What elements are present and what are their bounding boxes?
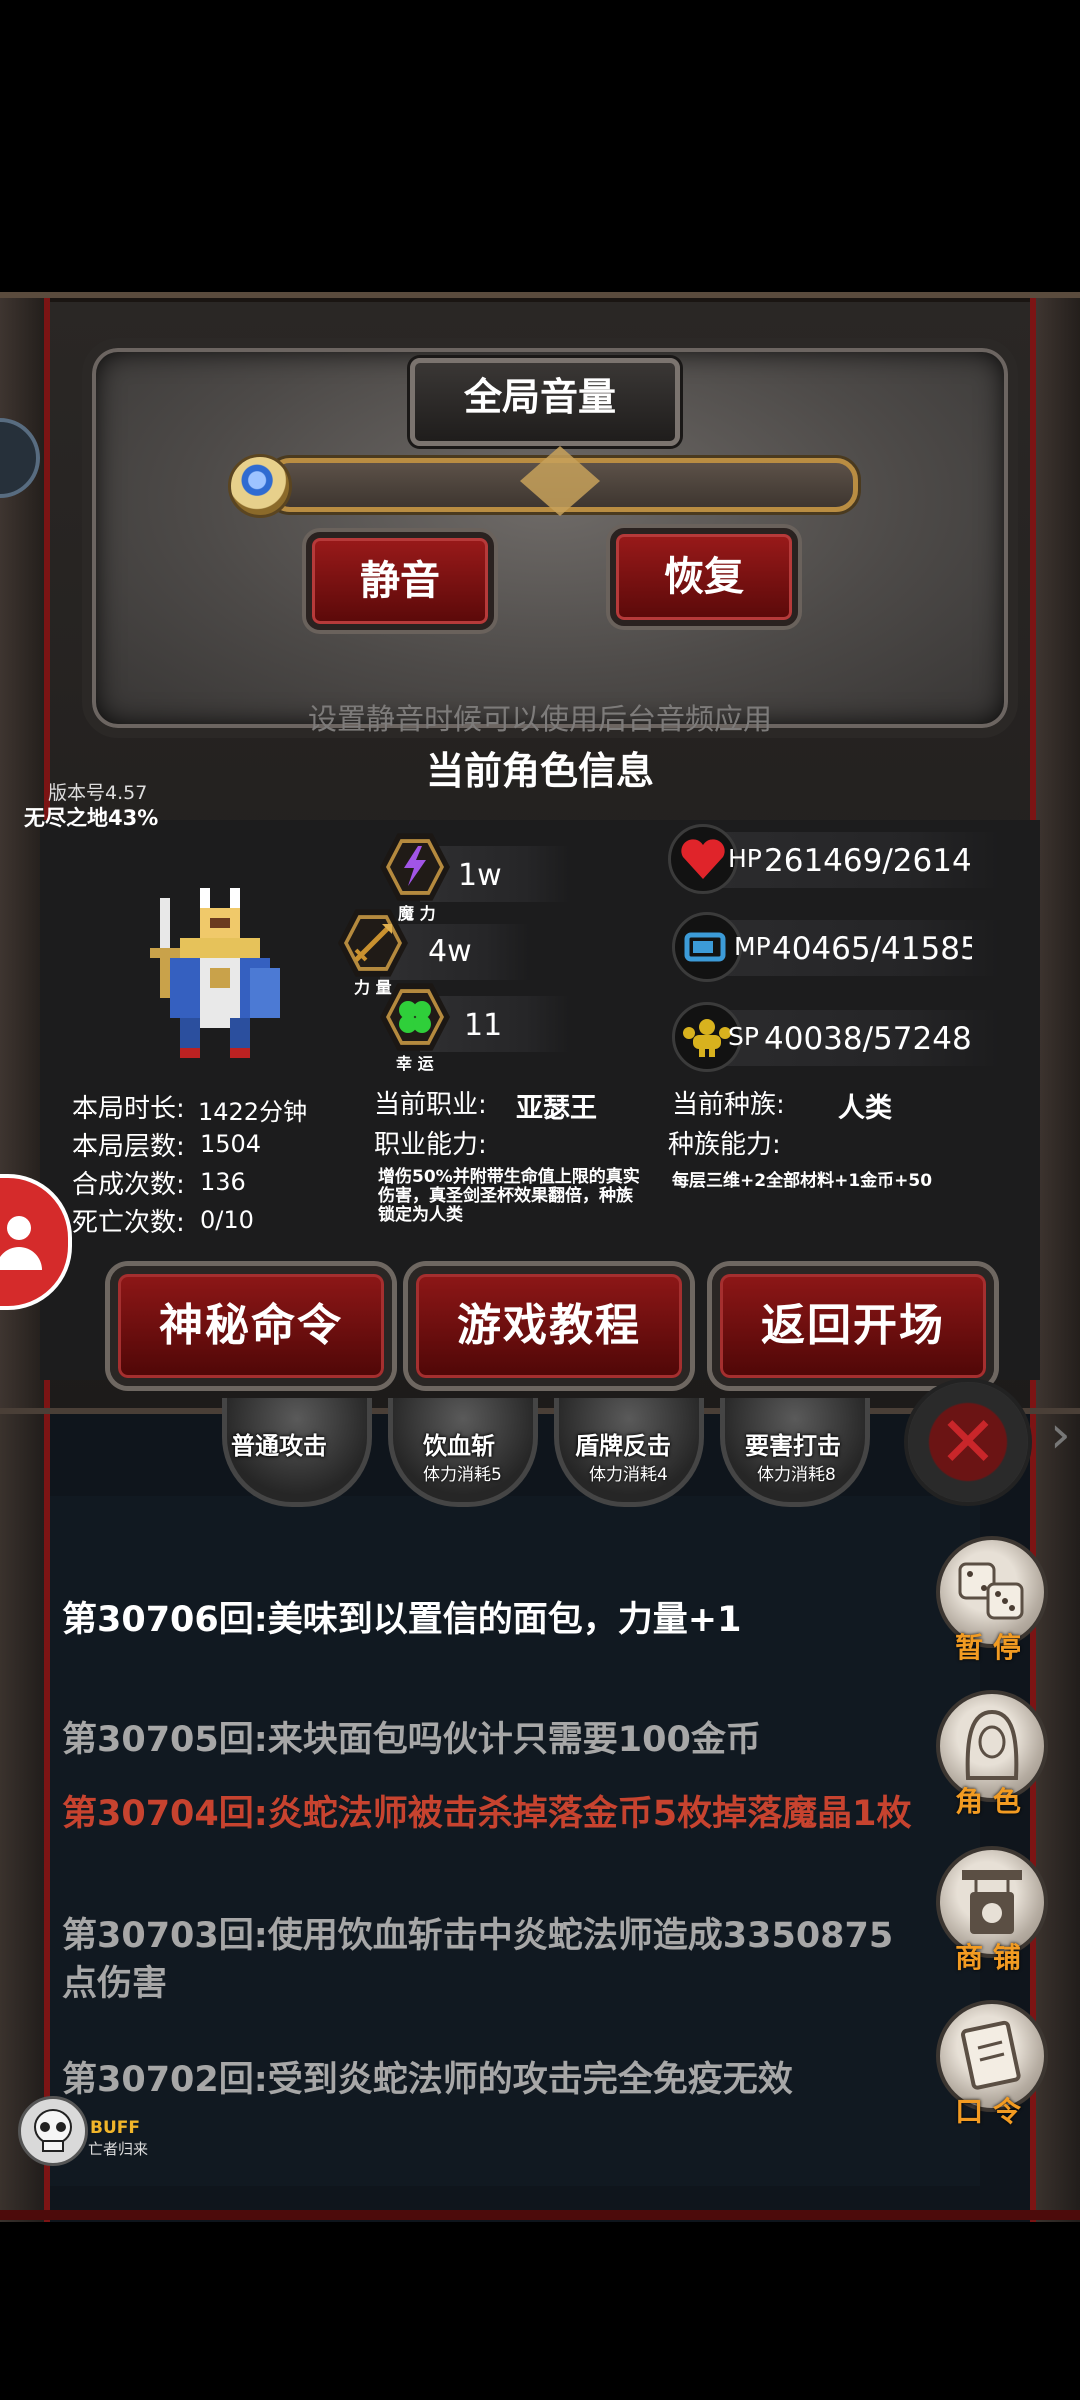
- skill-name: 普通攻击: [231, 1432, 327, 1460]
- luck-stat-caption: 幸 运: [396, 1054, 434, 1073]
- dice-icon: [958, 1562, 1024, 1620]
- pause-label: 暂 停: [955, 1631, 1021, 1664]
- log-line: 第30706回:美味到以置信的面包，力量+1: [62, 1600, 742, 1640]
- deaths-value: 0/10: [200, 1206, 254, 1234]
- duration-value: 1422分钟: [198, 1098, 308, 1126]
- restore-button[interactable]: 恢复: [610, 528, 798, 626]
- bottom-border: [0, 2210, 1080, 2220]
- shop-sign-icon: [962, 1870, 1022, 1934]
- skill-name: 饮血斩: [423, 1432, 495, 1460]
- buff-name: 亡者归来: [88, 2140, 149, 2158]
- volume-slider-knob[interactable]: [228, 454, 292, 518]
- job-ability-text: 增伤50%并附带生命值上限的真实伤害，真圣剑圣杯效果翻倍，种族锁定为人类: [378, 1167, 640, 1225]
- deaths-label: 死亡次数:: [72, 1208, 185, 1238]
- hp-value: 261469/261469: [764, 843, 970, 879]
- luck-stat-value: 11: [464, 1008, 503, 1043]
- skill-cost: 体力消耗4: [589, 1465, 668, 1485]
- volume-title: 全局音量: [463, 375, 616, 419]
- secret-command-button[interactable]: 神秘命令: [110, 1266, 392, 1386]
- mp-label: MP: [734, 932, 771, 961]
- race-label: 当前种族:: [672, 1090, 785, 1120]
- skill-name: 要害打击: [745, 1432, 841, 1460]
- chevron-right-icon[interactable]: ›: [1050, 1405, 1071, 1465]
- hero-sprite: [150, 888, 280, 1058]
- sp-label: SP: [728, 1022, 759, 1051]
- character-info-title: 当前角色信息: [425, 749, 654, 793]
- mute-button[interactable]: 静音: [306, 532, 494, 630]
- skill-name: 盾牌反击: [575, 1432, 671, 1460]
- job-value: 亚瑟王: [516, 1093, 597, 1124]
- sp-value: 40038/57248: [764, 1021, 972, 1057]
- magic-stat-caption: 魔 力: [398, 904, 436, 923]
- close-icon: ✕: [938, 1401, 998, 1483]
- merges-label: 合成次数:: [72, 1170, 185, 1200]
- race-value: 人类: [838, 1093, 892, 1124]
- magic-stat-value: 1w: [458, 858, 502, 893]
- skull-icon[interactable]: [18, 2096, 88, 2166]
- volume-hint: 设置静音时候可以使用后台音频应用: [307, 702, 772, 736]
- duration-label: 本局时长:: [72, 1094, 185, 1124]
- endless-progress: 无尽之地43%: [24, 806, 159, 830]
- skill-cost: 体力消耗5: [423, 1465, 502, 1485]
- code-label: 口 令: [955, 2095, 1021, 2128]
- log-line: 第30703回:使用饮血斩击中炎蛇法师造成3350875点伤害: [62, 1916, 894, 2004]
- hp-label: HP: [728, 844, 762, 873]
- hooded-figure-icon: [965, 1709, 1019, 1780]
- floors-value: 1504: [200, 1130, 262, 1158]
- log-line: 第30702回:受到炎蛇法师的攻击完全免疫无效: [62, 2060, 793, 2100]
- back-to-start-button[interactable]: 返回开场: [712, 1266, 994, 1386]
- job-label: 当前职业:: [374, 1090, 487, 1120]
- role-label: 角 色: [955, 1785, 1021, 1818]
- strength-stat-caption: 力 量: [354, 978, 392, 997]
- shop-label: 商 铺: [955, 1941, 1021, 1974]
- log-line: 第30705回:来块面包吗伙计只需要100金币: [62, 1720, 761, 1760]
- game-tutorial-button[interactable]: 游戏教程: [408, 1266, 690, 1386]
- race-ability-text: 每层三维+2全部材料+1金币+50: [672, 1171, 933, 1191]
- scroll-icon: [961, 2020, 1021, 2090]
- mana-crystal-icon: [672, 912, 742, 982]
- mp-value: 40465/41585: [772, 931, 972, 967]
- floors-label: 本局层数:: [72, 1132, 185, 1162]
- race-ability-label: 种族能力:: [668, 1130, 781, 1160]
- log-line: 第30704回:炎蛇法师被击杀掉落金币5枚掉落魔晶1枚: [62, 1794, 912, 1834]
- merges-value: 136: [200, 1168, 246, 1196]
- person-icon: [0, 1216, 42, 1270]
- strength-stat-value: 4w: [428, 934, 472, 969]
- version-label: 版本号4.57: [48, 782, 148, 804]
- buff-label: BUFF: [90, 2118, 140, 2138]
- skill-cost: 体力消耗8: [757, 1465, 836, 1485]
- job-ability-label: 职业能力:: [374, 1130, 487, 1160]
